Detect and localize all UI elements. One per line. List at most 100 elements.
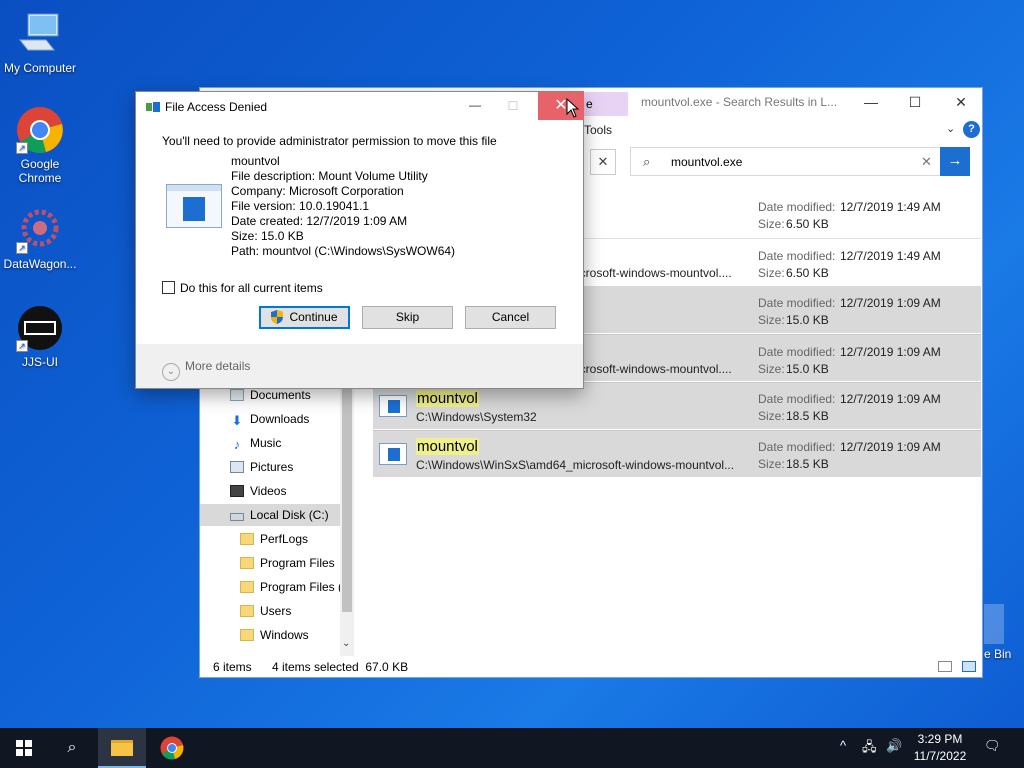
result-row[interactable]: mountvol C:\Windows\WinSxS\amd64_microso… (373, 430, 981, 477)
recycle-bin-label: e Bin (984, 647, 1012, 661)
nav-item-label: Local Disk (C:) (250, 508, 329, 522)
nav-item-program-files-x86[interactable]: Program Files ( (240, 576, 340, 598)
apply-all-checkbox[interactable]: Do this for all current items (162, 281, 323, 295)
file-path: Path: mountvol (C:\Windows\SysWOW64) (231, 244, 456, 258)
folder-icon (240, 581, 254, 593)
clock-date: 11/7/2022 (913, 749, 967, 763)
maximize-button[interactable]: ☐ (892, 88, 938, 116)
result-size-label: Size: (758, 313, 785, 327)
checkbox-label: Do this for all current items (180, 281, 323, 295)
recycle-bin-icon (984, 604, 1004, 644)
start-button[interactable] (0, 728, 48, 768)
nav-item-program-files[interactable]: Program Files (240, 552, 380, 574)
more-details-label: More details (185, 359, 251, 373)
file-access-denied-dialog: File Access Denied — ☐ ✕ You'll need to … (135, 91, 584, 389)
skip-button[interactable]: Skip (362, 306, 453, 329)
desktop-icon-datawagon[interactable]: ↗ DataWagon... (0, 206, 80, 271)
nav-item-label: Documents (250, 388, 311, 402)
nav-item-label: Pictures (250, 460, 294, 474)
shortcut-arrow-icon: ↗ (16, 242, 28, 254)
scrollbar-thumb[interactable] (342, 384, 352, 612)
continue-button[interactable]: Continue (259, 306, 350, 329)
ribbon-search-tab[interactable]: e (584, 92, 628, 116)
result-path: C:\Windows\System32 (416, 410, 537, 424)
dialog-content: You'll need to provide administrator per… (136, 122, 583, 344)
nav-item-label: PerfLogs (260, 532, 309, 546)
folder-icon (240, 557, 254, 569)
nav-scrollbar[interactable]: ⌄ (340, 384, 354, 656)
notifications-icon[interactable]: 🗨 (984, 738, 1001, 754)
result-date: 12/7/2019 1:09 AM (840, 345, 941, 359)
nav-item-label: Windows (260, 628, 309, 642)
nav-item-windows[interactable]: Windows (240, 624, 380, 646)
scroll-down-icon[interactable]: ⌄ (342, 638, 350, 649)
file-version: File version: 10.0.19041.1 (231, 199, 370, 213)
checkbox-icon[interactable] (162, 281, 175, 294)
ribbon-tools-tab[interactable]: Tools (584, 123, 612, 137)
chrome-taskbar-button[interactable] (148, 728, 196, 768)
desktop-icon-jjs-ui[interactable]: ↗ JJS-UI (0, 304, 80, 369)
folder-icon (240, 533, 254, 545)
result-size-label: Size: (758, 457, 785, 471)
dialog-maximize-button: ☐ (507, 99, 519, 113)
search-go-button[interactable]: → (940, 147, 970, 176)
recycle-bin[interactable]: e Bin (984, 604, 1011, 661)
folder-icon (240, 605, 254, 617)
nav-item-label: Program Files (260, 556, 335, 570)
documents-icon (230, 389, 244, 401)
desktop-icon-my-computer[interactable]: My Computer (0, 10, 80, 75)
result-date-label: Date modified: (758, 200, 836, 214)
exe-file-icon (166, 184, 222, 228)
minimize-button[interactable]: — (848, 88, 894, 116)
downloads-icon: ⬇ (231, 413, 243, 428)
result-path: icrosoft-windows-mountvol.... (577, 266, 732, 280)
address-clear-button[interactable]: ✕ (590, 149, 616, 175)
cancel-label: Cancel (491, 310, 530, 324)
clock-time: 3:29 PM (917, 732, 963, 746)
nav-item-users[interactable]: Users (240, 600, 380, 622)
result-row[interactable]: mountvol C:\Windows\System32 Date modifi… (373, 382, 981, 429)
nav-item-perflogs[interactable]: PerfLogs (240, 528, 380, 550)
show-hidden-icons-chevron-icon[interactable]: ^ (840, 738, 846, 753)
search-box[interactable]: ⌕ mountvol.exe ✕ (630, 147, 942, 176)
result-date: 12/7/2019 1:49 AM (840, 249, 941, 263)
nav-item-local-disk[interactable]: Local Disk (C:) (200, 504, 340, 526)
explorer-title: mountvol.exe - Search Results in L... (641, 95, 838, 109)
nav-item-label: Program Files ( (260, 580, 340, 594)
result-date: 12/7/2019 1:09 AM (840, 392, 941, 406)
desktop-icon-chrome[interactable]: ↗ Google Chrome (0, 106, 80, 185)
search-icon: ⌕ (643, 154, 651, 169)
result-date: 12/7/2019 1:49 AM (840, 200, 941, 214)
more-details-toggle[interactable]: ⌄ More details (162, 359, 250, 381)
result-date-label: Date modified: (758, 249, 836, 263)
cancel-button[interactable]: Cancel (465, 306, 556, 329)
file-explorer-taskbar-button[interactable] (98, 728, 146, 768)
volume-icon[interactable]: 🔊 (886, 738, 902, 754)
search-button[interactable]: ⌕ (48, 728, 96, 768)
file-info: mountvol File description: Mount Volume … (231, 154, 455, 259)
result-date-label: Date modified: (758, 440, 836, 454)
network-icon[interactable]: 🖧 (862, 738, 877, 760)
result-name: mountvol (416, 438, 479, 455)
folder-icon (111, 740, 133, 756)
dialog-titlebar[interactable]: File Access Denied — ☐ ✕ (136, 92, 584, 122)
large-icons-view-icon[interactable] (962, 661, 976, 672)
chevron-down-icon[interactable]: ⌄ (946, 122, 955, 135)
search-clear-icon[interactable]: ✕ (921, 154, 932, 170)
result-date: 12/7/2019 1:09 AM (840, 296, 941, 310)
clock[interactable]: 3:29 PM 11/7/2022 (910, 731, 970, 765)
search-input[interactable]: mountvol.exe (671, 155, 742, 169)
dialog-minimize-button[interactable]: — (460, 92, 490, 120)
file-size: Size: 15.0 KB (231, 229, 304, 243)
details-view-icon[interactable] (938, 661, 952, 672)
skip-label: Skip (395, 310, 420, 324)
result-size-label: Size: (758, 266, 785, 280)
exe-file-icon (379, 443, 407, 465)
close-button[interactable]: ✕ (938, 88, 984, 116)
file-description: File description: Mount Volume Utility (231, 169, 428, 183)
result-size-label: Size: (758, 217, 785, 231)
result-date: 12/7/2019 1:09 AM (840, 440, 941, 454)
status-selection: 4 items selected 67.0 KB (272, 660, 409, 674)
nav-item-label: Users (260, 604, 292, 618)
help-icon[interactable]: ? (963, 121, 980, 138)
